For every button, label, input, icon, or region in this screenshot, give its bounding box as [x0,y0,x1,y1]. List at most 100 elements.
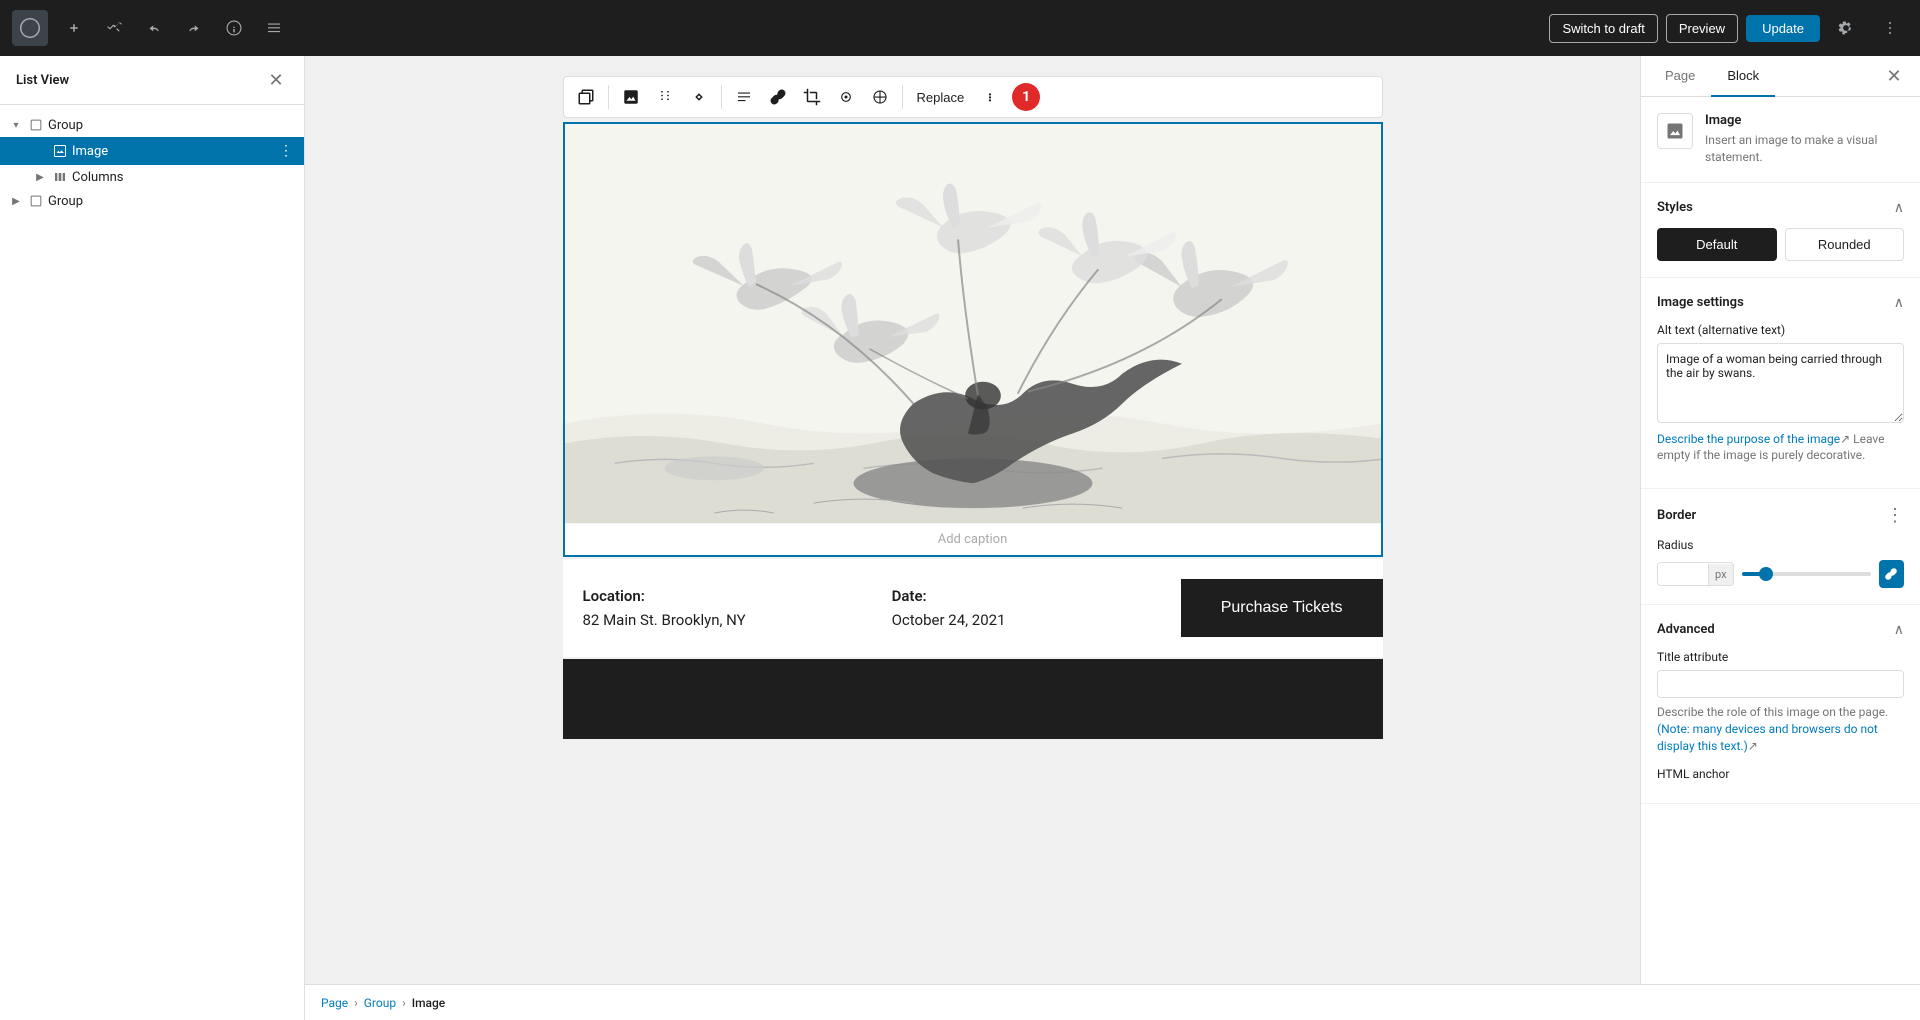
title-attribute-note: Describe the role of this image on the p… [1657,704,1904,754]
title-attribute-input[interactable] [1657,670,1904,698]
breadcrumb-group[interactable]: Group [364,996,396,1010]
tree-toggle-columns: ▶ [32,169,48,185]
style-rounded-button[interactable]: Rounded [1785,228,1905,261]
tree-toggle-image1 [32,143,48,159]
link-button[interactable] [762,81,794,113]
border-section: Border ⋮ Radius px [1641,489,1920,605]
circular-button[interactable] [864,81,896,113]
toolbar-left [12,10,292,46]
alt-text-label: Alt text (alternative text) [1657,323,1904,337]
border-options-button[interactable]: ⋮ [1886,505,1904,526]
alt-text-link[interactable]: Describe the purpose of the image [1657,432,1840,446]
toolbar-divider2 [721,85,722,109]
purchase-tickets-button[interactable]: Purchase Tickets [1181,579,1383,637]
image-caption[interactable]: Add caption [565,524,1381,555]
image-item-more[interactable]: ⋮ [276,141,296,161]
advanced-section-toggle[interactable]: ∧ [1894,621,1904,638]
undo-button[interactable] [136,10,172,46]
image-icon [52,143,68,159]
columns-icon [52,169,68,185]
advanced-section: Advanced ∧ Title attribute Describe the … [1641,605,1920,803]
copy-block-button[interactable] [570,81,602,113]
styles-section-toggle[interactable]: ∧ [1894,199,1904,216]
add-block-button[interactable] [56,10,92,46]
style-default-button[interactable]: Default [1657,228,1777,261]
edit-button[interactable] [96,10,132,46]
toolbar-divider1 [608,85,609,109]
right-sidebar: Page Block ✕ Image Insert an image to ma… [1640,56,1920,1020]
advanced-section-title: Advanced [1657,622,1715,637]
tab-block[interactable]: Block [1711,56,1775,97]
styles-row: Default Rounded [1657,228,1904,261]
align-button[interactable] [728,81,760,113]
border-header: Border ⋮ [1657,505,1904,526]
info-row: Location: 82 Main St. Brooklyn, NY Date:… [563,559,1383,657]
tree-toggle-group1: ▾ [8,117,24,133]
border-section-title: Border [1657,508,1696,523]
list-view-title: List View [16,73,69,88]
info-button[interactable] [216,10,252,46]
image-settings-section: Image settings ∧ Alt text (alternative t… [1641,278,1920,490]
tab-page[interactable]: Page [1649,56,1711,97]
image-settings-toggle[interactable]: ∧ [1894,294,1904,311]
image-block[interactable]: Add caption [563,122,1383,557]
columns-label: Columns [72,170,296,185]
list-view-header: List View ✕ [0,56,304,105]
location-col: Location: 82 Main St. Brooklyn, NY [563,587,872,629]
more-options-button[interactable] [1872,10,1908,46]
wp-logo[interactable] [12,10,48,46]
crop-button[interactable] [796,81,828,113]
tree-item-group1[interactable]: ▾ Group [0,113,304,137]
image-settings-title: Image settings [1657,295,1744,310]
radius-slider[interactable] [1742,572,1871,576]
step-badge: 1 [1012,83,1040,111]
block-description-text: Image Insert an image to make a visual s… [1705,113,1904,166]
alt-text-note: Describe the purpose of the image↗ Leave… [1657,431,1904,465]
list-view-close-button[interactable]: ✕ [264,68,288,92]
styles-section-title: Styles [1657,200,1693,215]
title-note-link[interactable]: (Note: many devices and browsers do not … [1657,722,1878,753]
focal-point-button[interactable] [830,81,862,113]
radius-input[interactable] [1658,563,1708,585]
tree-item-group2[interactable]: ▶ Group [0,189,304,213]
breadcrumb-page[interactable]: Page [321,996,348,1010]
replace-button[interactable]: Replace [909,86,973,109]
group2-label: Group [48,194,296,209]
group2-icon [28,193,44,209]
list-view-button[interactable] [256,10,292,46]
tree-item-image1[interactable]: Image ⋮ [0,137,304,165]
radius-input-wrapper: px [1657,562,1734,586]
switch-draft-button[interactable]: Switch to draft [1549,14,1657,43]
tree-toggle-group2: ▶ [8,193,24,209]
move-up-down-button[interactable] [683,81,715,113]
redo-button[interactable] [176,10,212,46]
block-icon-box [1657,113,1693,149]
group1-label: Group [48,118,296,133]
image-content [565,124,1381,524]
sidebar-tabs: Page Block ✕ [1641,56,1920,97]
date-value: October 24, 2021 [892,611,1161,629]
black-decorative-bar [563,659,1383,739]
settings-button[interactable] [1828,10,1864,46]
radius-row: px [1657,560,1904,588]
update-button[interactable]: Update [1746,15,1820,42]
editor-area: Replace 1 [305,56,1640,1020]
html-anchor-label: HTML anchor [1657,767,1904,781]
radius-link-button[interactable] [1879,560,1904,588]
image-media-button[interactable] [615,81,647,113]
breadcrumb-sep2: › [402,996,406,1010]
styles-section-header: Styles ∧ [1657,199,1904,216]
block-more-options[interactable] [974,81,1006,113]
radius-unit: px [1708,564,1733,585]
breadcrumb-image: Image [412,996,446,1010]
block-toolbar: Replace 1 [563,76,1383,118]
block-description-header: Image Insert an image to make a visual s… [1641,97,1920,183]
breadcrumb: Page › Group › Image [305,984,1920,1020]
preview-button[interactable]: Preview [1666,14,1738,43]
drag-handle[interactable] [649,81,681,113]
tree-item-columns[interactable]: ▶ Columns [0,165,304,189]
title-attribute-label: Title attribute [1657,650,1904,664]
alt-text-input[interactable] [1657,343,1904,423]
toolbar-right: Switch to draft Preview Update [1549,10,1908,46]
sidebar-close-button[interactable]: ✕ [1876,56,1912,96]
